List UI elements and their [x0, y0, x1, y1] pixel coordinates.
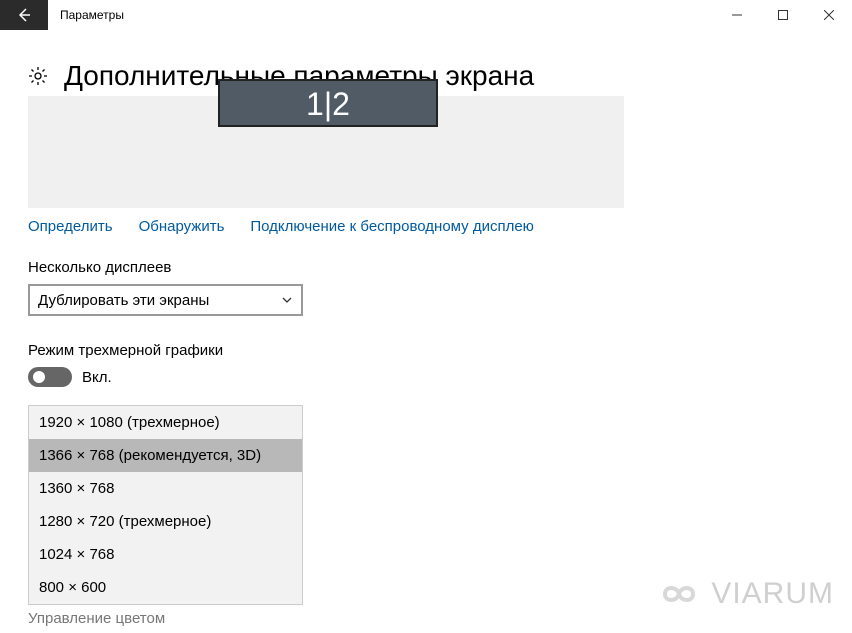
graphics-mode-label: Режим трехмерной графики — [28, 342, 824, 359]
wireless-display-link[interactable]: Подключение к беспроводному дисплею — [250, 218, 534, 235]
resolution-option[interactable]: 1280 × 720 (трехмерное) — [29, 505, 302, 538]
toggle-state-label: Вкл. — [82, 369, 112, 386]
dropdown-value: Дублировать эти экраны — [38, 292, 209, 309]
toggle-knob — [33, 371, 45, 383]
back-button[interactable] — [0, 0, 48, 30]
watermark: VIARUM — [653, 577, 834, 611]
display-preview: 1|2 — [28, 96, 624, 208]
window-title: Параметры — [48, 8, 714, 22]
arrow-left-icon — [16, 7, 32, 23]
detect-link[interactable]: Обнаружить — [139, 218, 225, 235]
multi-displays-label: Несколько дисплеев — [28, 259, 824, 276]
maximize-button[interactable] — [760, 0, 806, 30]
monitor-thumbnail[interactable]: 1|2 — [218, 79, 438, 127]
close-button[interactable] — [806, 0, 852, 30]
gear-icon — [28, 66, 48, 86]
resolution-list[interactable]: 1920 × 1080 (трехмерное)1366 × 768 (реко… — [28, 405, 303, 605]
resolution-option[interactable]: 1366 × 768 (рекомендуется, 3D) — [29, 439, 302, 472]
minimize-button[interactable] — [714, 0, 760, 30]
window-controls — [714, 0, 852, 30]
close-icon — [824, 10, 834, 20]
graphics-mode-toggle-row: Вкл. — [28, 367, 824, 387]
graphics-mode-toggle[interactable] — [28, 367, 72, 387]
maximize-icon — [778, 10, 788, 20]
resolution-option[interactable]: 800 × 600 — [29, 571, 302, 604]
multi-displays-dropdown[interactable]: Дублировать эти экраны — [28, 284, 303, 316]
resolution-option[interactable]: 1360 × 768 — [29, 472, 302, 505]
resolution-option[interactable]: 1024 × 768 — [29, 538, 302, 571]
minimize-icon — [732, 10, 742, 20]
resolution-option[interactable]: 1920 × 1080 (трехмерное) — [29, 406, 302, 439]
identify-link[interactable]: Определить — [28, 218, 113, 235]
color-management-link[interactable]: Управление цветом — [28, 610, 165, 627]
titlebar: Параметры — [0, 0, 852, 30]
chevron-down-icon — [281, 294, 293, 306]
watermark-text: VIARUM — [711, 577, 834, 611]
infinity-icon — [653, 579, 705, 609]
content-area: Дополнительные параметры экрана 1|2 Опре… — [0, 30, 852, 605]
display-actions: Определить Обнаружить Подключение к бесп… — [28, 218, 824, 235]
